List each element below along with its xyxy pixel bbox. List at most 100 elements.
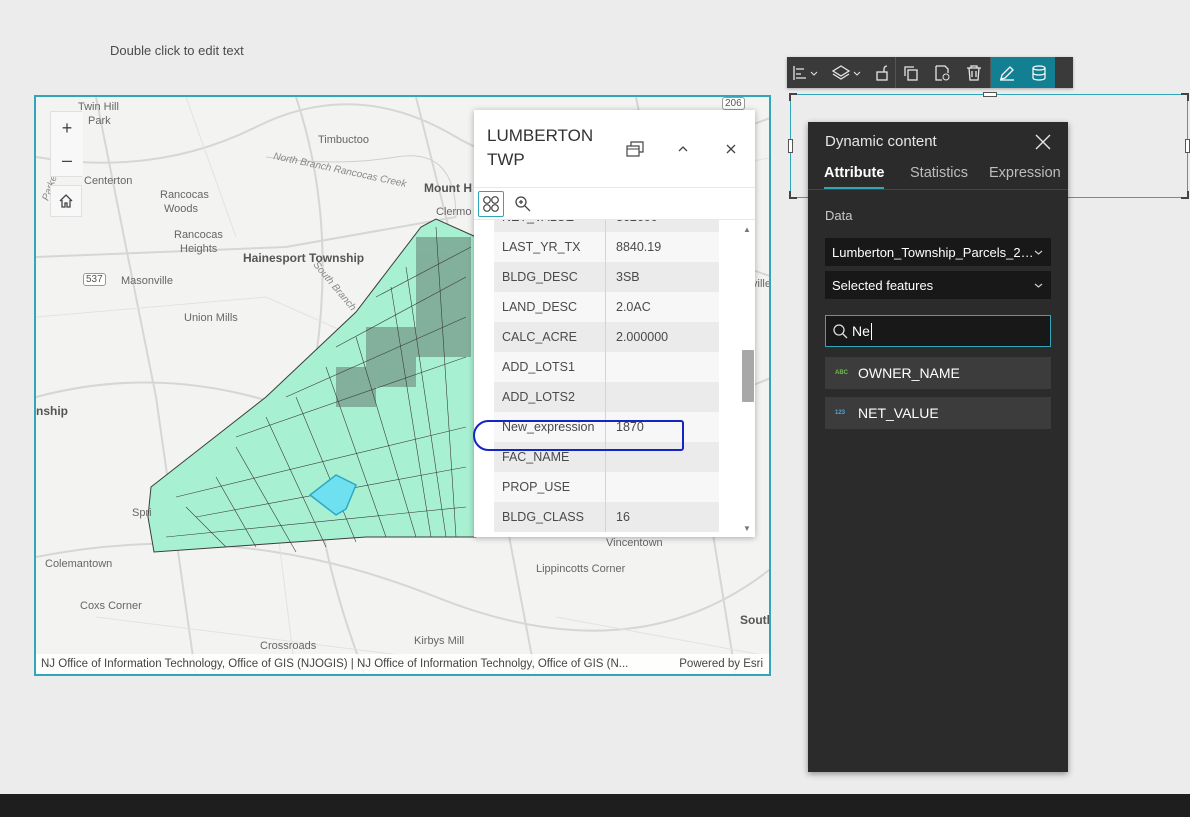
attribute-key: PROP_USE <box>494 472 606 502</box>
align-button[interactable] <box>787 57 825 88</box>
powered-by-esri[interactable]: Powered by Esri <box>673 658 769 670</box>
zoom-in-button[interactable]: + <box>51 112 83 144</box>
bottom-bar <box>0 794 1190 817</box>
map-label: Masonville <box>121 275 173 287</box>
edit-text-hint[interactable]: Double click to edit text <box>110 43 244 58</box>
home-button[interactable] <box>50 185 82 217</box>
select-feature-button[interactable] <box>478 191 504 217</box>
duplicate-button[interactable] <box>896 57 926 88</box>
map-label: Coxs Corner <box>80 600 142 612</box>
resize-corner[interactable] <box>1181 93 1189 101</box>
attribute-row: LAND_DESC 2.0AC <box>494 292 719 322</box>
close-icon <box>1035 134 1051 150</box>
dock-popup-button[interactable] <box>624 138 646 160</box>
scroll-thumb[interactable] <box>742 350 754 402</box>
close-icon <box>726 144 736 154</box>
map-label: Spri <box>132 507 152 519</box>
panel-tabs: Attribute Statistics Expression <box>808 162 1068 190</box>
attribute-row: LAST_YR_TX 8840.19 <box>494 232 719 262</box>
widget-toolbar <box>787 57 1073 88</box>
field-search-input[interactable]: Ne <box>825 315 1051 347</box>
map-label: South <box>740 613 771 627</box>
map-attribution: NJ Office of Information Technology, Off… <box>36 654 769 674</box>
attribute-value: 362600 <box>606 220 719 232</box>
search-icon <box>833 324 848 339</box>
copy-icon <box>904 65 918 81</box>
panel-title: Dynamic content <box>825 133 937 150</box>
attribute-row: ADD_LOTS1 <box>494 352 719 382</box>
select-features-icon <box>483 196 499 212</box>
field-item-net-value[interactable]: 123 NET_VALUE <box>825 397 1051 429</box>
close-panel-button[interactable] <box>1034 133 1052 151</box>
attribute-value: 8840.19 <box>616 240 662 254</box>
scroll-down-icon[interactable]: ▼ <box>743 524 751 533</box>
attribute-value <box>606 352 719 382</box>
attribute-key: LAST_YR_TX <box>494 232 606 262</box>
unlock-icon <box>876 64 888 81</box>
field-item-owner-name[interactable]: ABC OWNER_NAME <box>825 357 1051 389</box>
attribute-value <box>606 472 719 502</box>
route-shield: 206 <box>722 97 745 110</box>
close-popup-button[interactable] <box>720 138 742 160</box>
popup-scrollbar[interactable]: ▲ ▼ <box>739 222 754 537</box>
layer-order-button[interactable] <box>825 57 869 88</box>
resize-handle[interactable] <box>983 92 997 97</box>
attribute-key: LAND_DESC <box>494 292 606 322</box>
tab-attribute[interactable]: Attribute <box>824 165 885 189</box>
map-label: Woods <box>164 203 199 215</box>
map-label: Union Mills <box>184 312 238 324</box>
attribute-key: ADD_LOTS1 <box>494 352 606 382</box>
attribute-row: BLDG_CLASS 16 <box>494 502 719 532</box>
map-label: Rancocas <box>174 229 223 241</box>
attribute-key: ADD_LOTS2 <box>494 382 606 412</box>
tab-expression[interactable]: Expression <box>989 165 1061 187</box>
selection-mode-select[interactable]: Selected features <box>825 271 1051 299</box>
resize-corner[interactable] <box>1181 191 1189 199</box>
attribute-row: ADD_LOTS2 <box>494 382 719 412</box>
zoom-to-button[interactable] <box>510 191 536 217</box>
database-icon <box>1031 64 1046 81</box>
resize-handle[interactable] <box>788 139 793 153</box>
number-type-icon: 123 <box>835 410 846 416</box>
resize-handle[interactable] <box>1185 139 1190 153</box>
data-source-select[interactable]: Lumberton_Township_Parcels_2024 <box>825 238 1051 266</box>
save-as-template-button[interactable] <box>926 57 958 88</box>
chevron-down-icon <box>1034 250 1043 255</box>
attribution-text[interactable]: NJ Office of Information Technology, Off… <box>41 658 673 670</box>
tab-statistics[interactable]: Statistics <box>910 165 968 187</box>
route-shield: 537 <box>83 273 106 286</box>
map-label: nship <box>36 404 68 418</box>
map-label: Centerton <box>84 175 133 187</box>
annotation-highlight <box>473 420 684 451</box>
attribute-value: 2.000000 <box>616 330 669 344</box>
map-label: Timbuctoo <box>318 134 369 146</box>
attribute-row: PROP_USE <box>494 472 719 502</box>
dynamic-content-button[interactable] <box>1022 57 1055 88</box>
scroll-up-icon[interactable]: ▲ <box>743 225 751 234</box>
popup-toolbar <box>474 187 755 220</box>
attribute-value: 3SB <box>616 270 640 284</box>
selection-mode-value: Selected features <box>832 277 934 293</box>
delete-button[interactable] <box>958 57 990 88</box>
field-name: OWNER_NAME <box>858 365 960 381</box>
map-label: Hainesport Township <box>243 251 365 265</box>
attribute-row: NET_VALUE362600 <box>494 220 719 232</box>
lock-button[interactable] <box>869 57 895 88</box>
resize-corner[interactable] <box>789 93 797 101</box>
zoom-control: + – <box>50 111 83 177</box>
save-template-icon <box>935 64 950 81</box>
data-section-label: Data <box>825 208 853 223</box>
zoom-out-button[interactable]: – <box>51 144 83 176</box>
map-label: Colemantown <box>45 558 113 570</box>
resize-corner[interactable] <box>789 191 797 199</box>
trash-icon <box>967 64 981 81</box>
collapse-popup-button[interactable] <box>672 138 694 160</box>
popup-title: LUMBERTON TWP <box>487 126 594 169</box>
attribute-row: BLDG_DESC 3SB <box>494 262 719 292</box>
feature-popup: LUMBERTON TWP NET_VALUE362600LAST_YR_TX 8… <box>474 110 755 537</box>
attribute-value: 16 <box>616 510 630 524</box>
pencil-icon <box>999 65 1014 81</box>
edit-button[interactable] <box>991 57 1022 88</box>
attribute-value: 2.0AC <box>616 300 651 314</box>
field-name: NET_VALUE <box>858 405 939 421</box>
